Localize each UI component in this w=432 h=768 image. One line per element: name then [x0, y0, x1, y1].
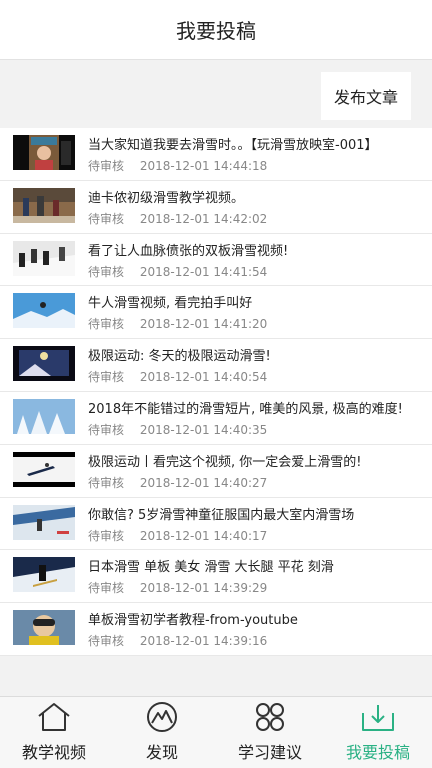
- publish-article-button[interactable]: 发布文章: [321, 72, 411, 120]
- post-meta: 待审核 2018-12-01 14:44:18: [88, 157, 267, 174]
- post-meta: 待审核 2018-12-01 14:39:16: [88, 632, 267, 649]
- post-meta: 待审核 2018-12-01 14:42:02: [88, 210, 267, 227]
- video-thumbnail: [13, 135, 75, 170]
- status-text: 待审核: [88, 317, 125, 332]
- video-thumbnail: [13, 293, 75, 329]
- status-text: 待审核: [88, 264, 125, 279]
- list-item[interactable]: 极限运动: 冬天的极限运动滑雪! 待审核 2018-12-01 14:40:54: [0, 339, 432, 392]
- post-time: 2018-12-01 14:41:54: [139, 264, 268, 279]
- video-thumbnail: [13, 504, 75, 540]
- video-thumbnail: [13, 398, 75, 434]
- post-title: 2018年不能错过的滑雪短片, 唯美的风景, 极高的难度!: [88, 401, 403, 417]
- post-time: 2018-12-01 14:41:20: [139, 317, 268, 332]
- post-title: 你敢信? 5岁滑雪神童征服国内最大室内滑雪场: [88, 507, 355, 523]
- video-thumbnail: [13, 240, 75, 276]
- post-time: 2018-12-01 14:40:17: [139, 528, 268, 543]
- list-item[interactable]: 2018年不能错过的滑雪短片, 唯美的风景, 极高的难度! 待审核 2018-1…: [0, 392, 432, 445]
- post-meta: 待审核 2018-12-01 14:40:27: [88, 474, 267, 491]
- list-item[interactable]: 迪卡侬初级滑雪教学视频。 待审核 2018-12-01 14:42:02: [0, 181, 432, 234]
- video-thumbnail: [13, 346, 75, 382]
- video-thumbnail: [13, 451, 75, 487]
- status-text: 待审核: [88, 528, 125, 543]
- post-title: 迪卡侬初级滑雪教学视频。: [88, 190, 245, 206]
- status-text: 待审核: [88, 581, 125, 596]
- post-time: 2018-12-01 14:42:02: [139, 211, 268, 226]
- status-text: 待审核: [88, 159, 125, 173]
- list-item[interactable]: 日本滑雪 单板 美女 滑雪 大长腿 平花 刻滑 待审核 2018-12-01 1…: [0, 550, 432, 604]
- video-thumbnail: [13, 610, 75, 646]
- video-thumbnail: [13, 557, 75, 593]
- post-title: 当大家知道我要去滑雪时。。【玩滑雪放映室-001】: [88, 138, 378, 153]
- status-text: 待审核: [88, 475, 125, 490]
- compass-icon: [144, 701, 180, 733]
- post-meta: 待审核 2018-12-01 14:41:20: [88, 315, 267, 332]
- tab-label: 我要投稿: [345, 743, 410, 762]
- list-item[interactable]: 单板滑雪初学者教程-from-youtube 待审核 2018-12-01 14…: [0, 603, 432, 656]
- post-meta: 待审核 2018-12-01 14:40:35: [88, 421, 267, 438]
- status-text: 待审核: [88, 370, 125, 385]
- tab-label: 发现: [145, 743, 178, 762]
- post-meta: 待审核 2018-12-01 14:40:54: [88, 368, 267, 385]
- post-time: 2018-12-01 14:44:18: [139, 159, 268, 173]
- page-title: 我要投稿: [176, 19, 256, 43]
- status-text: 待审核: [88, 634, 125, 649]
- post-title: 日本滑雪 单板 美女 滑雪 大长腿 平花 刻滑: [88, 560, 334, 576]
- post-meta: 待审核 2018-12-01 14:41:54: [88, 263, 267, 280]
- grid-icon: [252, 701, 288, 733]
- bottom-tab-bar: 教学视频 发现 学习建议 我要投稿: [0, 696, 432, 768]
- post-title: 极限运动丨看完这个视频, 你一定会爱上滑雪的!: [88, 454, 362, 470]
- upload-icon: [360, 701, 396, 733]
- post-time: 2018-12-01 14:40:54: [139, 370, 268, 385]
- post-time: 2018-12-01 14:40:35: [139, 422, 268, 437]
- status-text: 待审核: [88, 422, 125, 437]
- list-item[interactable]: 当大家知道我要去滑雪时。。【玩滑雪放映室-001】 待审核 2018-12-01…: [0, 128, 432, 181]
- tab-teaching-videos[interactable]: 教学视频: [0, 697, 108, 768]
- post-title: 牛人滑雪视频, 看完拍手叫好: [88, 296, 253, 312]
- post-title: 极限运动: 冬天的极限运动滑雪!: [88, 349, 271, 365]
- tab-label: 教学视频: [21, 743, 86, 762]
- post-meta: 待审核 2018-12-01 14:40:17: [88, 527, 267, 544]
- list-item[interactable]: 极限运动丨看完这个视频, 你一定会爱上滑雪的! 待审核 2018-12-01 1…: [0, 445, 432, 498]
- post-time: 2018-12-01 14:39:16: [139, 634, 268, 649]
- tab-discover[interactable]: 发现: [108, 697, 216, 768]
- post-time: 2018-12-01 14:39:29: [139, 581, 268, 596]
- tab-label: 学习建议: [237, 743, 302, 762]
- top-bar: 我要投稿: [0, 0, 432, 60]
- tab-study-advice[interactable]: 学习建议: [216, 697, 324, 768]
- post-meta: 待审核 2018-12-01 14:39:29: [88, 579, 267, 596]
- status-text: 待审核: [88, 211, 125, 226]
- list-item[interactable]: 看了让人血脉偾张的双板滑雪视频! 待审核 2018-12-01 14:41:54: [0, 234, 432, 287]
- post-title: 看了让人血脉偾张的双板滑雪视频!: [88, 243, 289, 259]
- list-item[interactable]: 你敢信? 5岁滑雪神童征服国内最大室内滑雪场 待审核 2018-12-01 14…: [0, 498, 432, 551]
- submission-list: 当大家知道我要去滑雪时。。【玩滑雪放映室-001】 待审核 2018-12-01…: [0, 128, 432, 656]
- tab-submit[interactable]: 我要投稿: [324, 697, 432, 768]
- video-thumbnail: [13, 187, 75, 223]
- list-item[interactable]: 牛人滑雪视频, 看完拍手叫好 待审核 2018-12-01 14:41:20: [0, 286, 432, 340]
- post-title: 单板滑雪初学者教程-from-youtube: [88, 613, 298, 629]
- post-time: 2018-12-01 14:40:27: [139, 475, 268, 490]
- home-icon: [36, 701, 72, 733]
